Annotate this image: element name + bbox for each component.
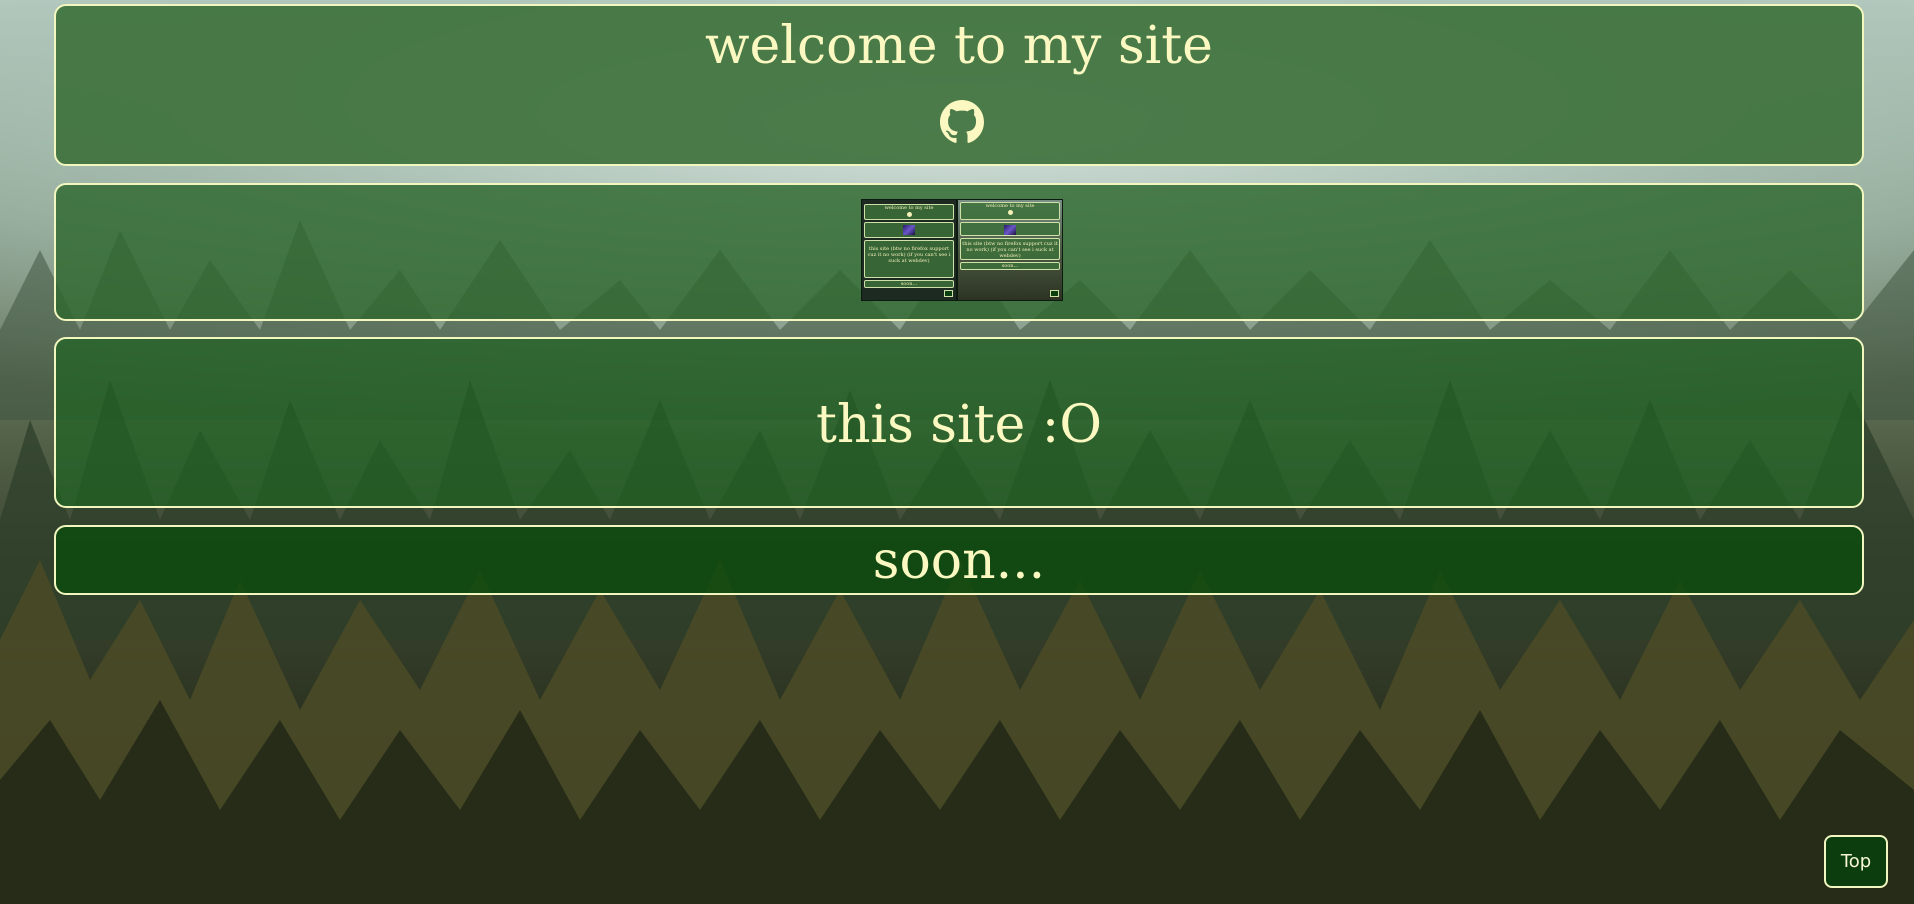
thumbnail-footer: soon... [864, 280, 954, 288]
thumbnail-image [1004, 225, 1016, 235]
welcome-panel: welcome to my site [54, 4, 1864, 166]
thumbnail-top-button [944, 290, 953, 297]
thumbnail-top-button [1050, 290, 1059, 297]
thumbnail-title: welcome to my site [884, 205, 934, 211]
github-icon [940, 100, 984, 143]
github-link[interactable] [940, 100, 984, 144]
github-icon [906, 212, 912, 217]
thumbnail-header: welcome to my site [864, 204, 954, 220]
github-icon [1007, 210, 1013, 215]
scroll-to-top-button[interactable]: Top [1824, 835, 1888, 888]
soon-title: soon... [872, 531, 1046, 591]
section-title: this site :O [816, 395, 1102, 455]
thumbnail-body: this site (btw no firefox support cuz it… [864, 240, 954, 278]
this-site-panel: this site :O [54, 337, 1864, 508]
thumbnail-title: welcome to my site [985, 203, 1035, 209]
screenshot-thumbnail[interactable]: welcome to my site this site (btw no fir… [861, 199, 957, 301]
welcome-title: welcome to my site [705, 16, 1213, 76]
thumbnail-footer: soon... [960, 262, 1060, 270]
thumbnail-header: welcome to my site [960, 202, 1060, 220]
screenshot-thumbnail[interactable]: welcome to my site this site (btw no fir… [957, 199, 1063, 301]
thumbnail-gallery [960, 222, 1060, 236]
thumbnail-gallery [864, 222, 954, 238]
thumbnail-image [903, 225, 915, 235]
thumbnail-body: this site (btw no firefox support cuz it… [960, 238, 1060, 260]
soon-panel: soon... [54, 525, 1864, 595]
screenshot-gallery: welcome to my site this site (btw no fir… [54, 183, 1864, 321]
